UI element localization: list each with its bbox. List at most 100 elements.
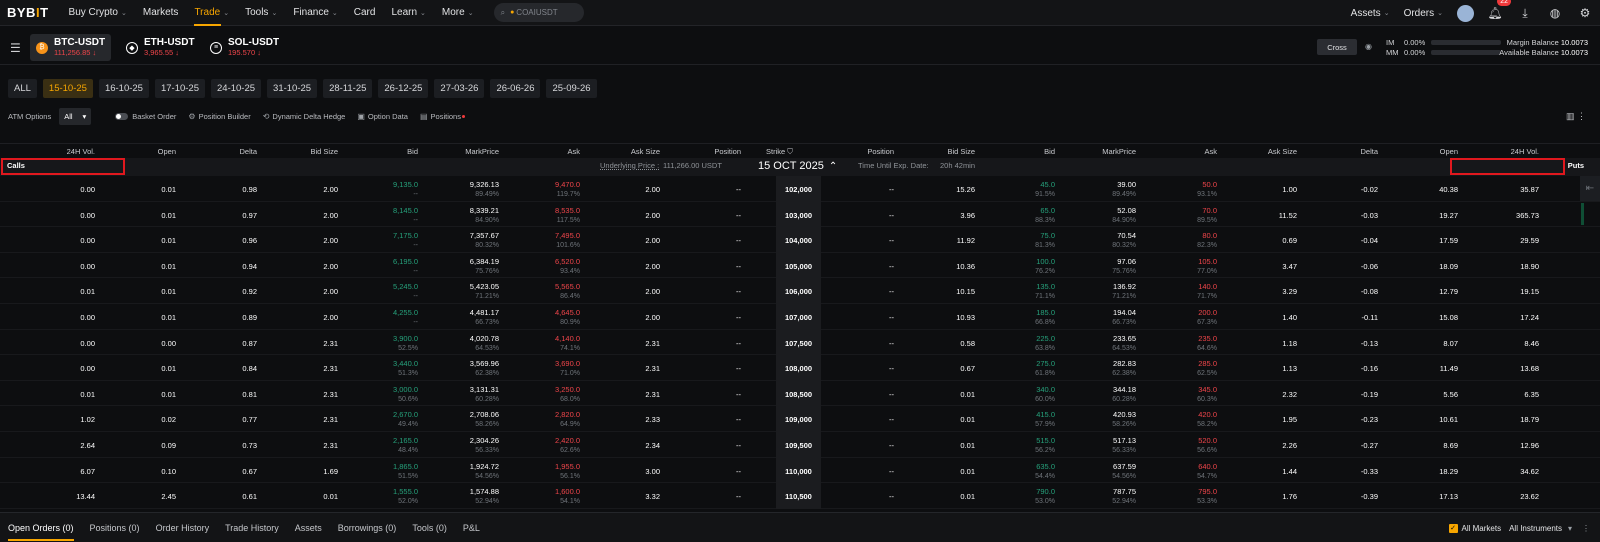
date-tab-31-10-25[interactable]: 31-10-25 xyxy=(267,79,318,98)
call-markprice[interactable]: 2,304.26 56.33% xyxy=(470,436,499,456)
nav-item-card[interactable]: Card xyxy=(354,0,376,26)
put-bid[interactable]: 100.0 76.2% xyxy=(1035,257,1055,277)
more-icon[interactable]: ⋮ xyxy=(1582,524,1590,533)
call-bid[interactable]: 9,135.0 -- xyxy=(393,180,418,200)
call-header-markprice[interactable]: MarkPrice xyxy=(465,147,499,156)
nav-item-finance[interactable]: Finance ⌄ xyxy=(293,0,337,26)
call-header-open[interactable]: Open xyxy=(158,147,176,156)
call-ask[interactable]: 8,535.0 117.5% xyxy=(555,206,580,226)
bottom-tab-p-l[interactable]: P&L xyxy=(463,513,480,542)
call-ask[interactable]: 4,645.0 80.9% xyxy=(555,308,580,328)
bottom-tab-borrowings-0[interactable]: Borrowings (0) xyxy=(338,513,397,542)
date-tab-26-12-25[interactable]: 26-12-25 xyxy=(378,79,429,98)
put-markprice[interactable]: 194.04 66.73% xyxy=(1112,308,1136,328)
call-bid[interactable]: 8,145.0 -- xyxy=(393,206,418,226)
date-tab-27-03-26[interactable]: 27-03-26 xyxy=(434,79,485,98)
call-ask[interactable]: 3,690.0 71.0% xyxy=(555,359,580,379)
nav-item-learn[interactable]: Learn ⌄ xyxy=(391,0,425,26)
put-bid[interactable]: 515.0 56.2% xyxy=(1035,436,1055,456)
put-header-open[interactable]: Open xyxy=(1440,147,1458,156)
bottom-tab-tools-0[interactable]: Tools (0) xyxy=(412,513,447,542)
call-ask[interactable]: 7,495.0 101.6% xyxy=(555,231,580,251)
ticker-btc-usdt[interactable]: ₿ BTC-USDT 111,256.85 ↓ xyxy=(30,34,112,61)
date-tab-all[interactable]: ALL xyxy=(8,79,37,98)
date-tab-16-10-25[interactable]: 16-10-25 xyxy=(98,79,149,98)
all-markets-checkbox[interactable]: ✓ xyxy=(1448,523,1458,533)
put-ask[interactable]: 80.0 82.3% xyxy=(1197,231,1217,251)
put-header-delta[interactable]: Delta xyxy=(1360,147,1378,156)
table-row[interactable]: 13.44 2.45 0.61 0.01 1,555.0 52.0% 1,574.88 52.… xyxy=(0,483,1600,509)
option-data-button[interactable]: ▣ Option Data xyxy=(357,112,408,121)
call-bid[interactable]: 3,900.0 52.5% xyxy=(393,334,418,354)
call-markprice[interactable]: 7,357.67 80.32% xyxy=(470,231,499,251)
nav-item-more[interactable]: More ⌄ xyxy=(442,0,474,26)
put-ask[interactable]: 50.0 93.1% xyxy=(1197,180,1217,200)
nav-item-tools[interactable]: Tools ⌄ xyxy=(245,0,277,26)
date-tab-28-11-25[interactable]: 28-11-25 xyxy=(323,79,373,98)
ticker-sol-usdt[interactable]: ≡ SOL-USDT 195.570 ↓ xyxy=(204,34,285,61)
call-header-bid-size[interactable]: Bid Size xyxy=(310,147,338,156)
orders-menu[interactable]: Orders ⌄ xyxy=(1404,0,1443,26)
call-ask[interactable]: 2,420.0 62.6% xyxy=(555,436,580,456)
put-bid[interactable]: 225.0 63.8% xyxy=(1035,334,1055,354)
layout-icon[interactable]: ▥ ⋮ xyxy=(1566,111,1586,122)
bybit-logo[interactable]: BYBIT xyxy=(7,5,49,20)
call-markprice[interactable]: 8,339.21 84.90% xyxy=(470,206,499,226)
strike-header[interactable]: Strike ⛉ xyxy=(766,147,793,157)
table-row[interactable]: 0.00 0.01 0.96 2.00 7,175.0 -- 7,357.67 80.32% 7… xyxy=(0,227,1600,253)
date-tab-17-10-25[interactable]: 17-10-25 xyxy=(154,79,205,98)
atm-options-select[interactable]: All ▾ xyxy=(59,108,92,125)
table-row[interactable]: 2.64 0.09 0.73 2.31 2,165.0 48.4% 2,304.26 56.3… xyxy=(0,431,1600,458)
call-bid[interactable]: 7,175.0 -- xyxy=(393,231,418,251)
put-ask[interactable]: 70.0 89.5% xyxy=(1197,206,1217,226)
basket-order-toggle[interactable] xyxy=(115,113,129,120)
globe-icon[interactable]: ◍ xyxy=(1548,6,1562,20)
expiry-date[interactable]: 15 OCT 2025 ⌃ xyxy=(758,160,837,172)
put-bid[interactable]: 340.0 60.0% xyxy=(1035,385,1055,405)
put-header-24h-vol-[interactable]: 24H Vol. xyxy=(1511,147,1539,156)
put-ask[interactable]: 420.0 58.2% xyxy=(1197,410,1217,430)
table-row[interactable]: 0.00 0.01 0.94 2.00 6,195.0 -- 6,384.19 75.76% 6… xyxy=(0,252,1600,279)
bottom-tab-open-orders-0[interactable]: Open Orders (0) xyxy=(8,513,74,542)
call-markprice[interactable]: 1,574.88 52.94% xyxy=(470,487,499,507)
nav-item-buy-crypto[interactable]: Buy Crypto ⌄ xyxy=(69,0,127,26)
put-bid[interactable]: 635.0 54.4% xyxy=(1035,462,1055,482)
put-header-markprice[interactable]: MarkPrice xyxy=(1102,147,1136,156)
table-row[interactable]: 0.01 0.01 0.92 2.00 5,245.0 -- 5,423.05 71.21% 5… xyxy=(0,278,1600,304)
positions-button[interactable]: ▤ Positions xyxy=(420,112,465,121)
bell-icon[interactable]: 🔔︎ 22 xyxy=(1487,0,1511,20)
bottom-tab-trade-history[interactable]: Trade History xyxy=(225,513,279,542)
put-bid[interactable]: 65.0 88.3% xyxy=(1035,206,1055,226)
call-bid[interactable]: 2,670.0 49.4% xyxy=(393,410,418,430)
put-markprice[interactable]: 97.06 75.76% xyxy=(1112,257,1136,277)
eye-icon[interactable]: ◉ xyxy=(1365,42,1372,51)
call-ask[interactable]: 1,600.0 54.1% xyxy=(555,487,580,507)
position-builder-button[interactable]: ⚙ Position Builder xyxy=(188,112,250,121)
table-row[interactable]: 0.00 0.01 0.84 2.31 3,440.0 51.3% 3,569.96 62.3… xyxy=(0,355,1600,381)
call-markprice[interactable]: 3,569.96 62.38% xyxy=(470,359,499,379)
put-markprice[interactable]: 39.00 89.49% xyxy=(1112,180,1136,200)
call-bid[interactable]: 3,000.0 50.6% xyxy=(393,385,418,405)
call-markprice[interactable]: 3,131.31 60.28% xyxy=(470,385,499,405)
call-bid[interactable]: 1,555.0 52.0% xyxy=(393,487,418,507)
put-markprice[interactable]: 344.18 60.28% xyxy=(1112,385,1136,405)
call-bid[interactable]: 2,165.0 48.4% xyxy=(393,436,418,456)
call-header-ask-size[interactable]: Ask Size xyxy=(631,147,660,156)
date-tab-24-10-25[interactable]: 24-10-25 xyxy=(211,79,262,98)
put-bid[interactable]: 135.0 71.1% xyxy=(1035,282,1055,302)
bottom-tab-order-history[interactable]: Order History xyxy=(156,513,210,542)
assets-menu[interactable]: Assets ⌄ xyxy=(1351,0,1390,26)
download-icon[interactable]: ⤓ xyxy=(1518,6,1532,20)
table-row[interactable]: 0.00 0.01 0.89 2.00 4,255.0 -- 4,481.17 66.73% 4… xyxy=(0,303,1600,330)
call-ask[interactable]: 3,250.0 68.0% xyxy=(555,385,580,405)
call-bid[interactable]: 5,245.0 -- xyxy=(393,282,418,302)
call-header-24h-vol-[interactable]: 24H Vol. xyxy=(67,147,95,156)
cross-margin-button[interactable]: Cross xyxy=(1317,39,1357,55)
table-row[interactable]: 0.00 0.01 0.98 2.00 9,135.0 -- 9,326.13 89.49% 9… xyxy=(0,176,1600,202)
put-markprice[interactable]: 420.93 58.26% xyxy=(1112,410,1136,430)
put-markprice[interactable]: 233.65 64.53% xyxy=(1112,334,1136,354)
put-ask[interactable]: 285.0 62.5% xyxy=(1197,359,1217,379)
put-ask[interactable]: 520.0 56.6% xyxy=(1197,436,1217,456)
search-input[interactable]: ⌕ ● COAIUSDT xyxy=(493,3,584,22)
call-ask[interactable]: 1,955.0 56.1% xyxy=(555,462,580,482)
